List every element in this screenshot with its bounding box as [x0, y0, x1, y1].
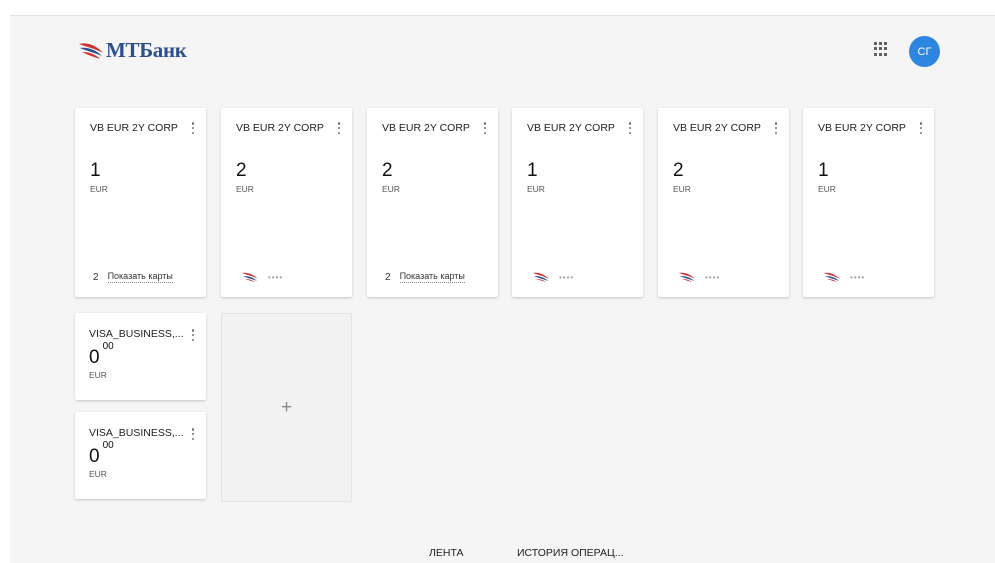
- account-card[interactable]: VB EUR 2Y CORP 2 EUR ••••: [221, 108, 352, 297]
- card-title: VISA_BUSINESS,...: [89, 328, 184, 340]
- page: МТБанк СГ VB EUR 2Y CORP 1 EUR 2 Показат…: [10, 15, 995, 563]
- mtbank-card-icon: [824, 272, 840, 282]
- card-count: 2: [385, 271, 391, 283]
- account-card[interactable]: VB EUR 2Y CORP 1 EUR 2 Показать карты: [75, 108, 206, 297]
- mtbank-card-icon: [533, 272, 549, 282]
- account-balance: 1: [90, 160, 101, 181]
- mtbank-card-icon: [679, 272, 695, 282]
- more-vert-icon[interactable]: [626, 120, 634, 136]
- card-title: VISA_BUSINESS,...: [89, 427, 184, 439]
- more-vert-icon[interactable]: [772, 120, 780, 136]
- tab-feed[interactable]: ЛЕНТА: [429, 547, 464, 559]
- tab-history[interactable]: ИСТОРИЯ ОПЕРАЦ...: [517, 547, 623, 559]
- more-vert-icon[interactable]: [189, 327, 197, 343]
- balance-integer: 0: [89, 347, 100, 368]
- account-currency: EUR: [818, 184, 836, 194]
- account-balance: 2: [382, 160, 393, 181]
- more-vert-icon[interactable]: [189, 426, 197, 442]
- account-title: VB EUR 2Y CORP: [382, 122, 470, 134]
- show-cards-link[interactable]: Показать карты: [399, 271, 465, 283]
- account-balance: 2: [236, 160, 247, 181]
- account-card[interactable]: VB EUR 2Y CORP 2 EUR ••••: [658, 108, 789, 297]
- account-title: VB EUR 2Y CORP: [527, 122, 615, 134]
- account-currency: EUR: [236, 184, 254, 194]
- card-count: 2: [93, 271, 99, 283]
- visa-card-tile[interactable]: VISA_BUSINESS,... 000 EUR: [75, 313, 206, 400]
- balance-integer: 0: [89, 446, 100, 467]
- card-currency: EUR: [89, 469, 107, 479]
- balance-fraction: 00: [102, 340, 114, 352]
- mtbank-card-icon: [242, 272, 258, 282]
- card-currency: EUR: [89, 370, 107, 380]
- account-title: VB EUR 2Y CORP: [236, 122, 324, 134]
- more-vert-icon[interactable]: [189, 120, 197, 136]
- account-title: VB EUR 2Y CORP: [90, 122, 178, 134]
- masked-card-number: ••••: [705, 272, 721, 282]
- apps-grid-icon[interactable]: [874, 42, 888, 56]
- masked-card-number: ••••: [850, 272, 866, 282]
- account-card[interactable]: VB EUR 2Y CORP 1 EUR ••••: [803, 108, 934, 297]
- account-currency: EUR: [527, 184, 545, 194]
- cards-footer: 2 Показать карты: [93, 271, 173, 283]
- show-cards-link[interactable]: Показать карты: [107, 271, 173, 283]
- account-title: VB EUR 2Y CORP: [673, 122, 761, 134]
- card-footer[interactable]: ••••: [530, 271, 574, 283]
- account-currency: EUR: [382, 184, 400, 194]
- more-vert-icon[interactable]: [481, 120, 489, 136]
- mtbank-logo-icon: [79, 42, 103, 59]
- masked-card-number: ••••: [559, 272, 575, 282]
- masked-card-number: ••••: [268, 272, 284, 282]
- more-vert-icon[interactable]: [335, 120, 343, 136]
- account-title: VB EUR 2Y CORP: [818, 122, 906, 134]
- card-balance: 000: [89, 440, 114, 468]
- account-card[interactable]: VB EUR 2Y CORP 1 EUR ••••: [512, 108, 643, 297]
- card-balance: 000: [89, 341, 114, 369]
- brand-logo[interactable]: МТБанк: [78, 38, 187, 63]
- plus-icon: +: [280, 396, 293, 418]
- card-footer[interactable]: ••••: [239, 271, 283, 283]
- add-product-button[interactable]: +: [221, 313, 352, 502]
- cards-footer: 2 Показать карты: [385, 271, 465, 283]
- account-currency: EUR: [90, 184, 108, 194]
- account-currency: EUR: [673, 184, 691, 194]
- avatar[interactable]: СГ: [909, 36, 940, 67]
- more-vert-icon[interactable]: [917, 120, 925, 136]
- balance-fraction: 00: [102, 439, 114, 451]
- account-balance: 1: [527, 160, 538, 181]
- account-balance: 2: [673, 160, 684, 181]
- visa-card-tile[interactable]: VISA_BUSINESS,... 000 EUR: [75, 412, 206, 499]
- card-footer[interactable]: ••••: [821, 271, 865, 283]
- account-card[interactable]: VB EUR 2Y CORP 2 EUR 2 Показать карты: [367, 108, 498, 297]
- card-footer[interactable]: ••••: [676, 271, 720, 283]
- brand-name: МТБанк: [106, 38, 187, 62]
- account-balance: 1: [818, 160, 829, 181]
